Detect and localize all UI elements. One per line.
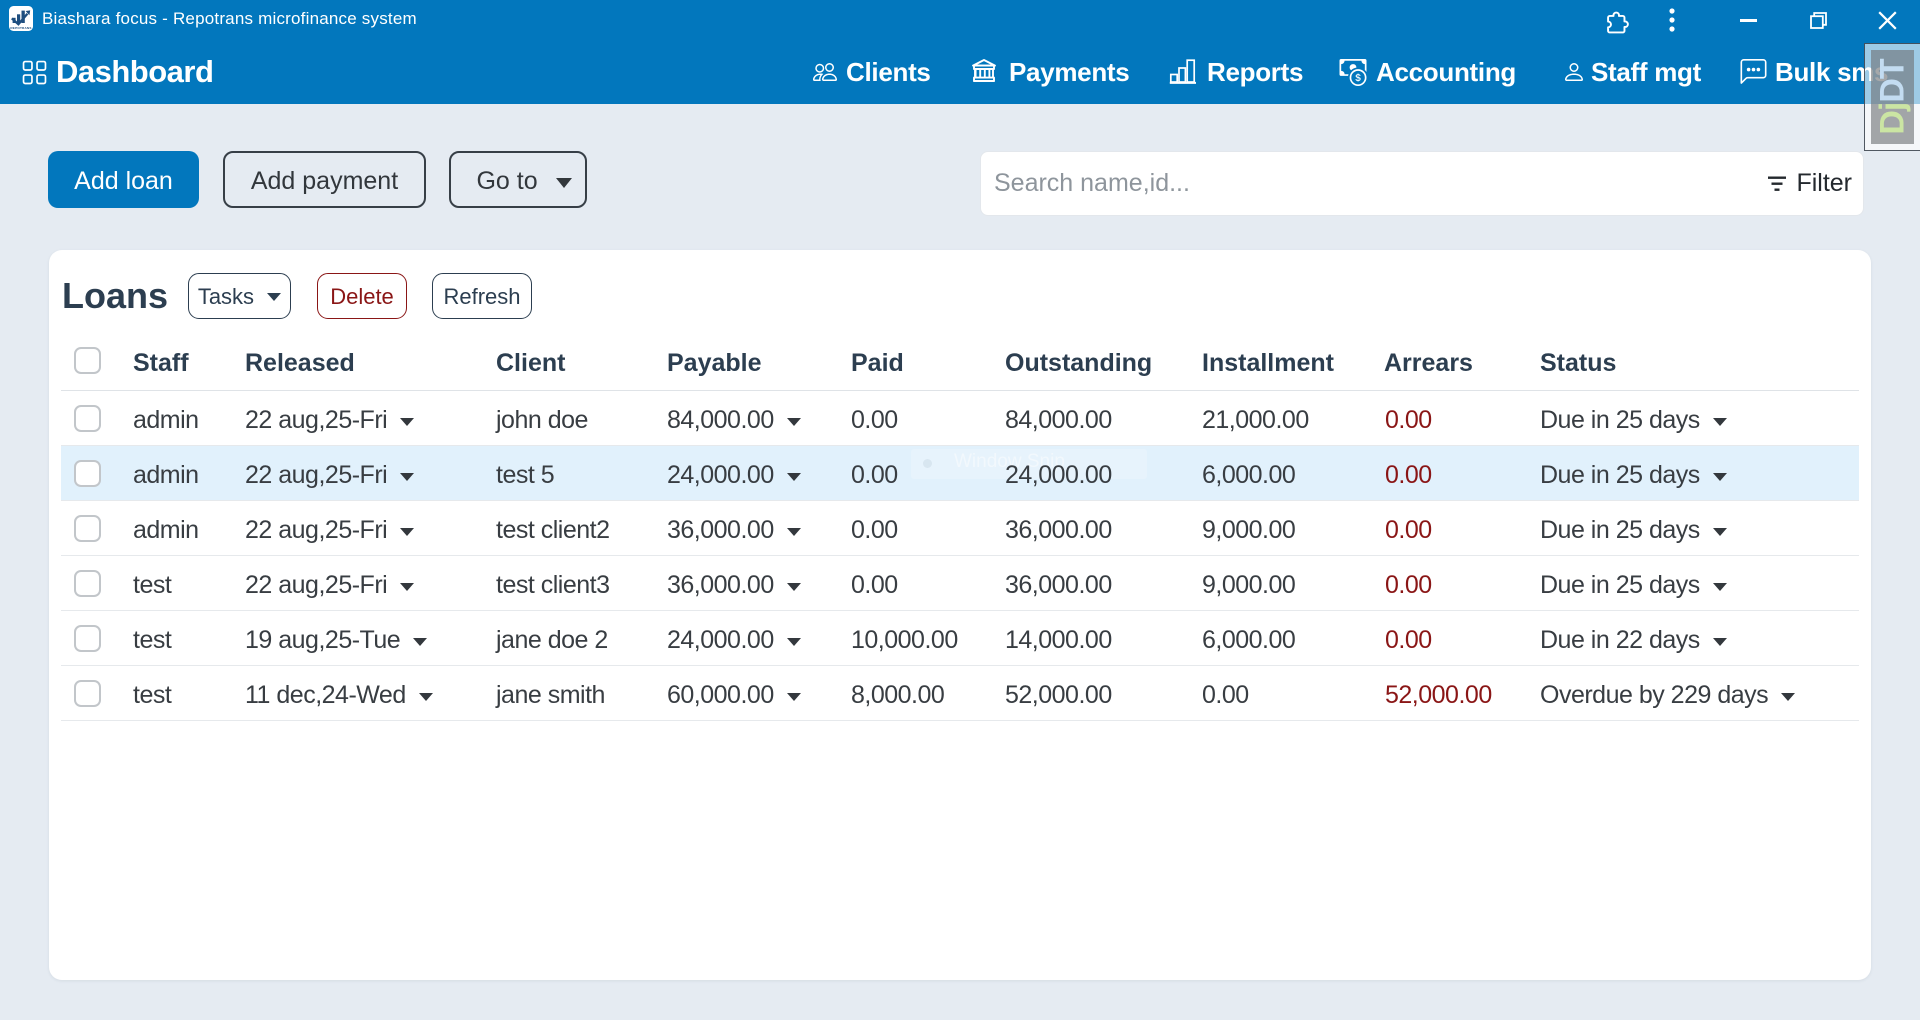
svg-text:REPOTRANS: REPOTRANS	[10, 26, 31, 30]
